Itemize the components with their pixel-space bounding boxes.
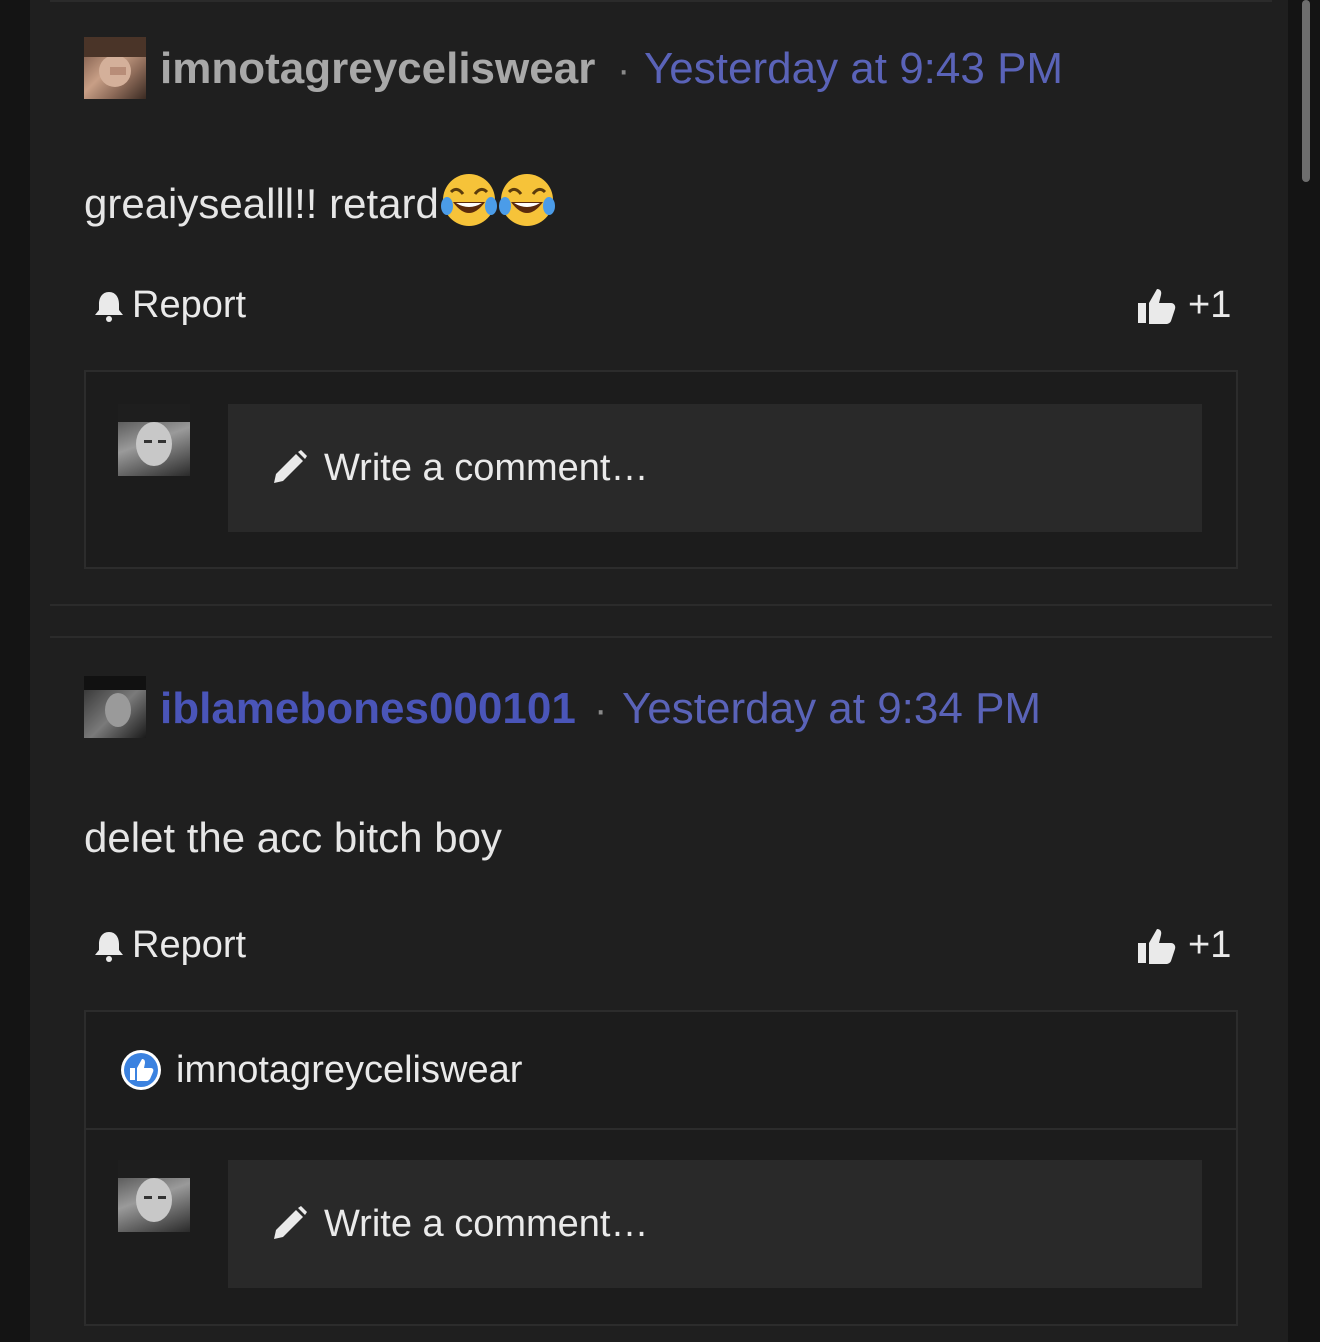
post-divider bbox=[50, 604, 1272, 606]
bell-icon bbox=[95, 931, 123, 962]
thumbs-up-icon bbox=[1138, 288, 1176, 324]
post-timestamp[interactable]: Yesterday at 9:34 PM bbox=[622, 684, 1041, 734]
like-button[interactable]: +1 bbox=[1136, 284, 1231, 327]
separator-dot: · bbox=[617, 48, 631, 92]
report-button[interactable]: Report bbox=[92, 924, 246, 967]
author-avatar[interactable] bbox=[84, 37, 146, 99]
laughing-crying-emoji-icon bbox=[498, 174, 555, 226]
author-username[interactable]: imnotagreyceliswear bbox=[160, 44, 595, 94]
scrollbar[interactable] bbox=[1300, 0, 1312, 1342]
post-body: greaiysealll!! retard bbox=[84, 172, 555, 228]
comment-placeholder: Write a comment… bbox=[324, 1202, 649, 1245]
author-username[interactable]: iblamebones000101 bbox=[160, 684, 576, 734]
bell-icon bbox=[95, 291, 123, 322]
like-count: +1 bbox=[1188, 924, 1232, 966]
comment-section: Write a comment… bbox=[84, 370, 1238, 569]
liker-name[interactable]: imnotagreyceliswear bbox=[176, 1049, 522, 1092]
pencil-icon bbox=[274, 450, 307, 483]
report-label: Report bbox=[132, 284, 247, 326]
post-body-text: greaiysealll!! retard bbox=[84, 180, 439, 227]
like-button[interactable]: +1 bbox=[1136, 924, 1231, 967]
comment-input[interactable]: Write a comment… bbox=[228, 1160, 1202, 1288]
avatar-photo bbox=[84, 37, 146, 87]
comment-placeholder: Write a comment… bbox=[324, 446, 649, 489]
report-button[interactable]: Report bbox=[92, 284, 246, 327]
current-user-avatar bbox=[118, 404, 190, 476]
laughing-crying-emoji-icon bbox=[440, 174, 497, 226]
comment-input[interactable]: Write a comment… bbox=[228, 404, 1202, 532]
avatar-photo bbox=[84, 676, 146, 727]
avatar-photo bbox=[118, 1160, 190, 1222]
avatar-photo bbox=[118, 404, 190, 466]
current-user-avatar bbox=[118, 1160, 190, 1232]
like-badge-icon bbox=[121, 1050, 161, 1090]
post-body-text: delet the acc bitch boy bbox=[84, 814, 502, 861]
likers-row[interactable]: imnotagreyceliswear bbox=[86, 1012, 1236, 1130]
post-body: delet the acc bitch boy bbox=[84, 814, 502, 862]
post-timestamp[interactable]: Yesterday at 9:43 PM bbox=[644, 44, 1063, 94]
comment-section: imnotagreyceliswear Write a comment… bbox=[84, 1010, 1238, 1326]
scrollbar-thumb[interactable] bbox=[1302, 0, 1310, 182]
divider bbox=[50, 0, 1272, 2]
post-divider bbox=[50, 636, 1272, 638]
report-label: Report bbox=[132, 924, 247, 966]
like-count: +1 bbox=[1188, 284, 1232, 326]
thumbs-up-icon bbox=[1138, 928, 1176, 964]
separator-dot: · bbox=[594, 688, 608, 732]
author-avatar[interactable] bbox=[84, 676, 146, 738]
pencil-icon bbox=[274, 1206, 307, 1239]
